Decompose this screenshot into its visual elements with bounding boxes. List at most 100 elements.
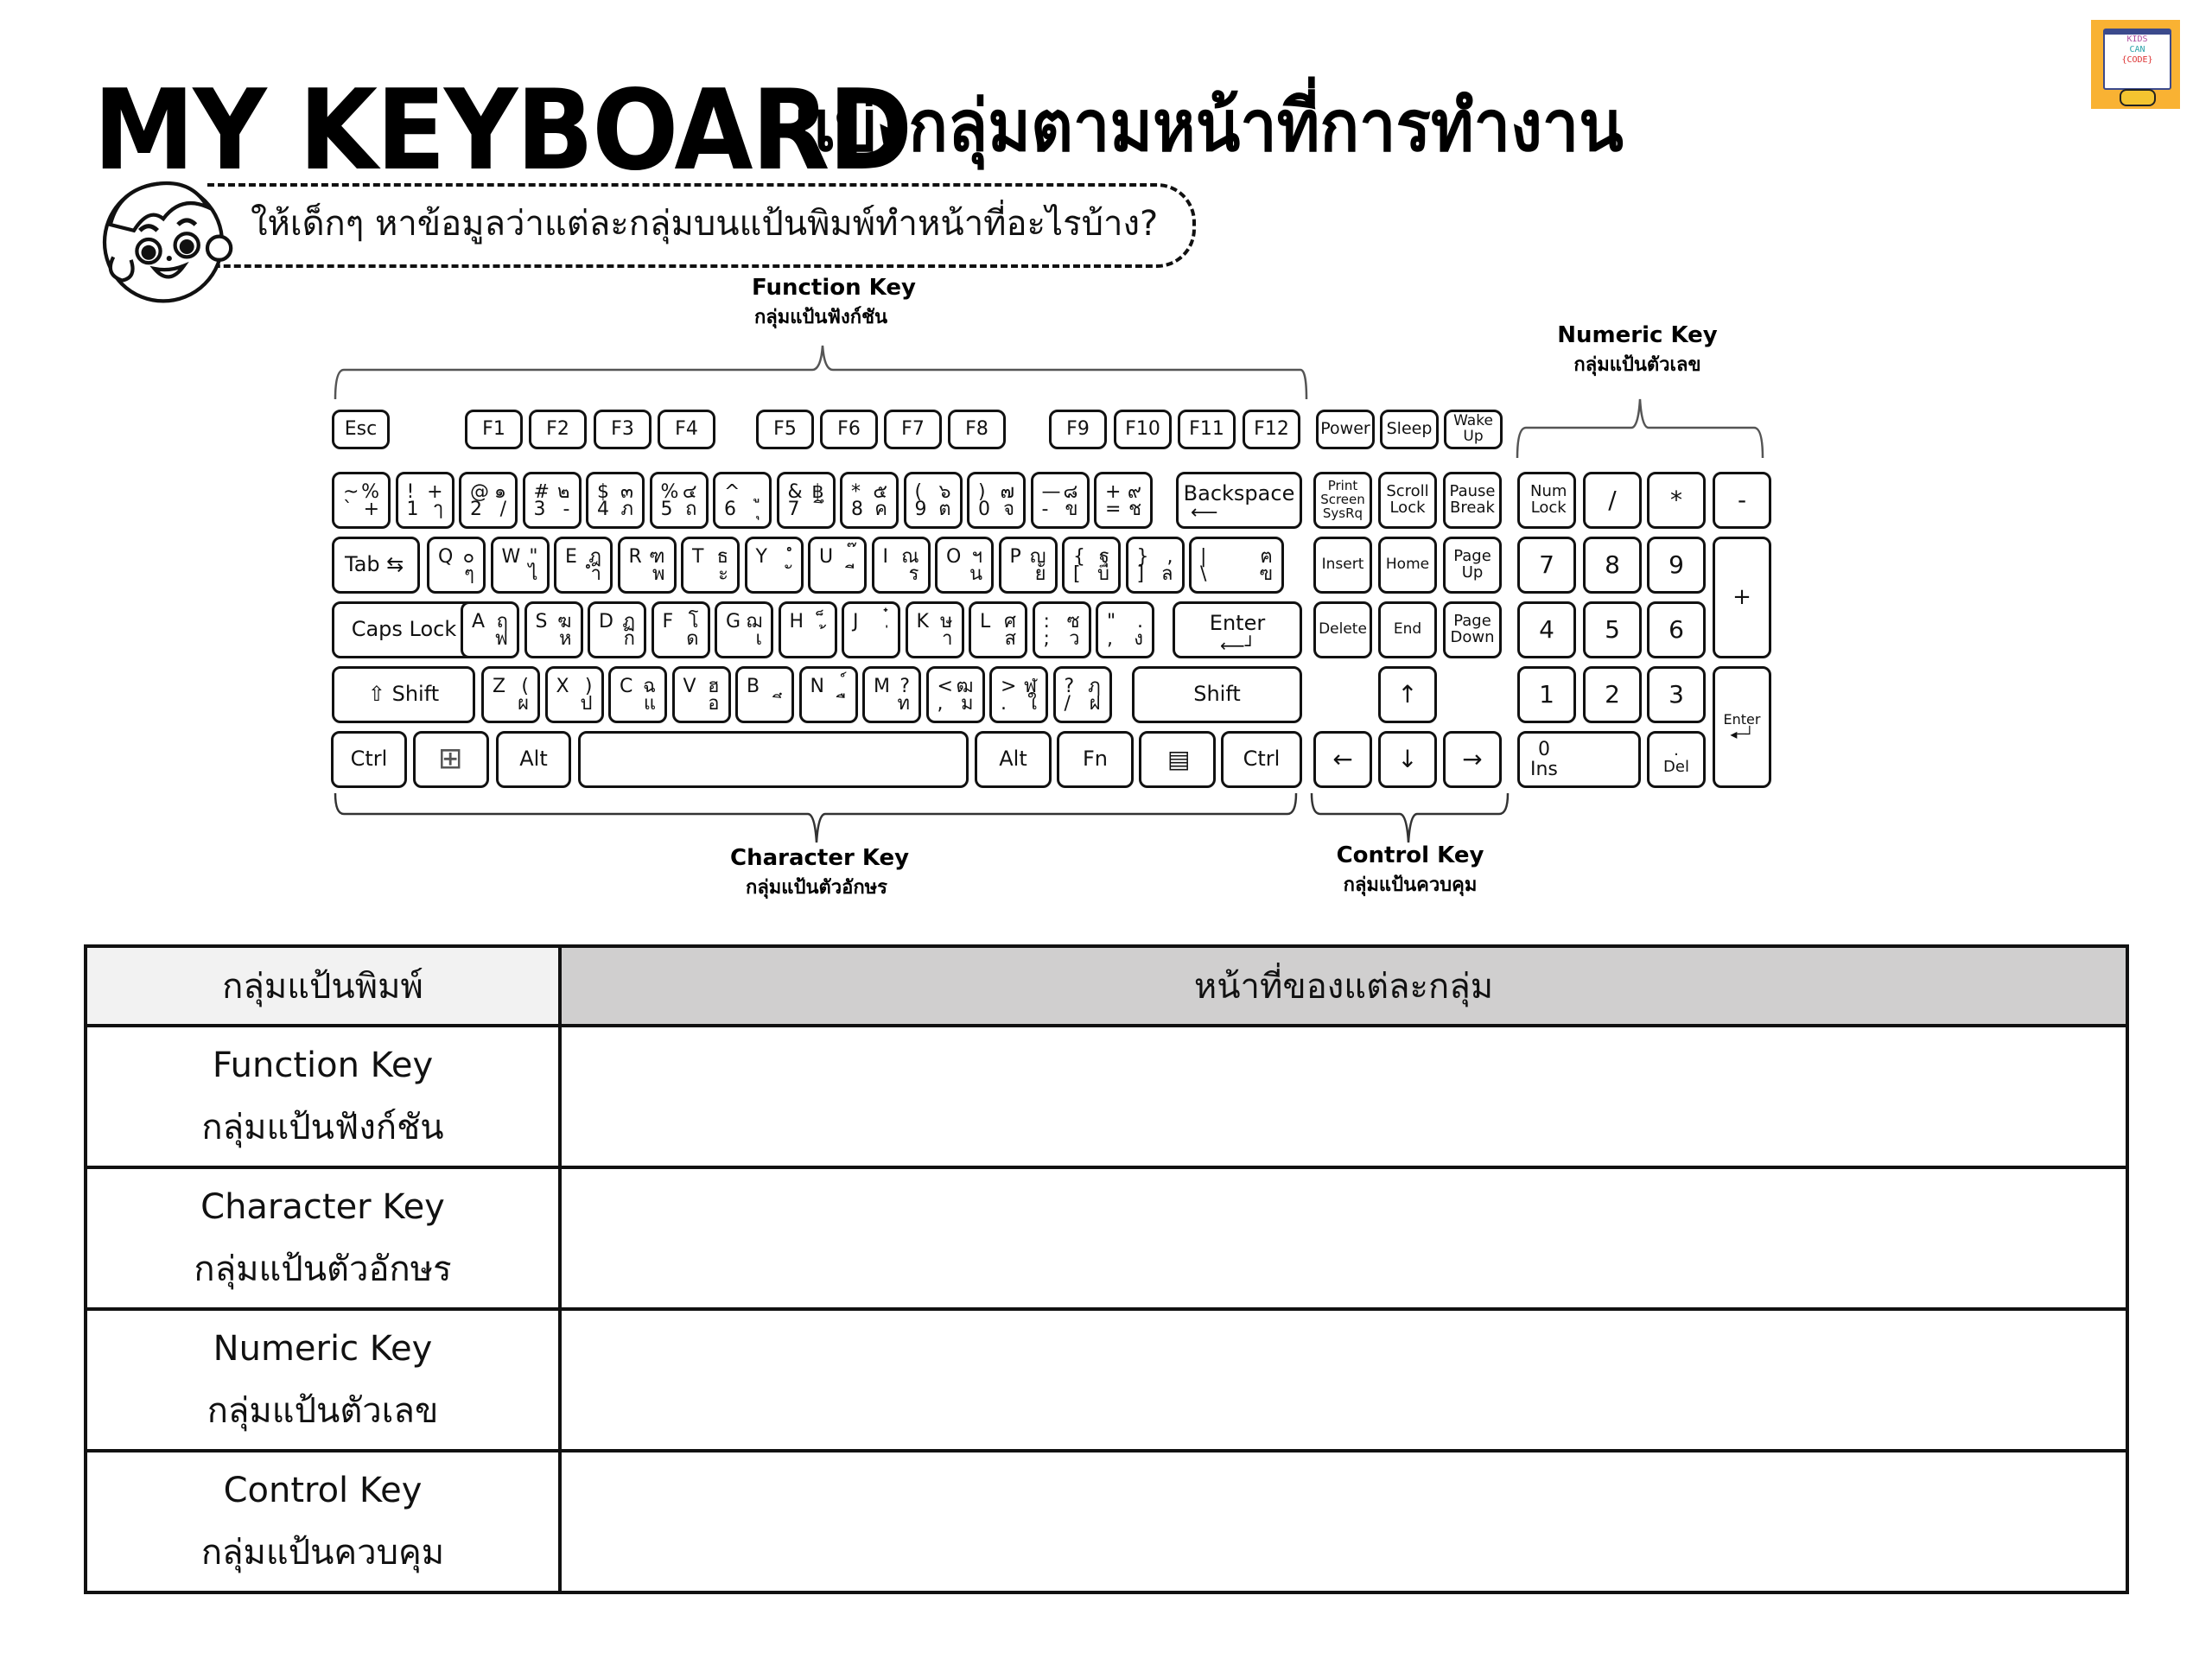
key-label: 1 <box>1539 680 1554 709</box>
key-label: F10 <box>1125 418 1160 441</box>
key-h: H็้ <box>778 601 837 658</box>
key-legend-tl: A <box>472 611 486 632</box>
key-label: Page Up <box>1453 547 1491 582</box>
key-label: Sleep <box>1386 419 1433 439</box>
key-legend-tl: J <box>853 611 859 632</box>
key-label: Alt <box>519 747 548 772</box>
key-s: Sฆห <box>524 601 583 658</box>
function-key-label-en: Function Key <box>752 275 916 301</box>
key-f6: F6 <box>820 410 878 449</box>
answer-cell[interactable] <box>558 1024 2129 1169</box>
key-f11: F11 <box>1178 410 1236 449</box>
key-legend-br: ด <box>686 628 699 650</box>
control-key-label: Control Key กลุ่มแป้นควบคุม <box>1324 840 1497 900</box>
key-legend-br: ภ <box>620 499 633 520</box>
key-legend-bl: 3 <box>533 499 546 520</box>
key-label: Pause Break <box>1449 482 1496 517</box>
key-d: Dฏก <box>588 601 646 658</box>
key-legend-br: ง <box>1134 628 1143 650</box>
key-symbol: < ฒ, ม <box>925 666 985 723</box>
key-label: 0 Ins <box>1530 738 1558 780</box>
key-legend-bl: 8 <box>851 499 863 520</box>
key-insert: Insert <box>1313 537 1372 594</box>
key-legend-br: ต <box>938 499 951 520</box>
key-legend-br: ใ <box>1027 693 1037 715</box>
key-numpad-5: 5 <box>1583 601 1642 658</box>
key-legend-tr: ฿ <box>811 481 824 503</box>
key-number-11: —๘- ข <box>1030 472 1090 529</box>
key-label: F6 <box>837 418 861 441</box>
key-legend-tl: Y <box>755 546 767 568</box>
key-p: Pญย <box>998 537 1058 594</box>
key-legend-br: ร <box>908 563 919 585</box>
key-tab: Tab ⇆ <box>332 537 420 594</box>
key-legend-br: เ <box>755 628 762 650</box>
group-name-th: กลุ่มแป้นตัวเลข <box>207 1391 439 1431</box>
group-name-en: Numeric Key <box>213 1329 433 1369</box>
control-key-label-en: Control Key <box>1336 842 1484 868</box>
answer-cell[interactable] <box>558 1449 2129 1594</box>
key-label: Home <box>1385 556 1430 574</box>
key-legend-br: ว <box>1069 628 1080 650</box>
group-name-en: Function Key <box>212 1046 434 1085</box>
key-delete: Delete <box>1313 601 1372 658</box>
key-legend-br: ท <box>897 693 910 715</box>
group-name-cell: Control Key กลุ่มแป้นควบคุม <box>84 1449 562 1594</box>
boy-mascot-icon <box>102 181 233 303</box>
key-legend-br: พ <box>652 563 665 585</box>
key-legend-br: - <box>563 499 570 520</box>
key-legend-tl: D <box>599 611 613 632</box>
group-name-th: กลุ่มแป้นควบคุม <box>200 1533 445 1573</box>
key-c: Cฉแ <box>608 666 667 723</box>
key-legend-tl: B <box>747 676 760 697</box>
key-legend-br: แ <box>643 693 656 715</box>
key-label: . Del <box>1663 741 1689 776</box>
title-thai: แบ่งกลุ่มตามหน้าที่การทำงาน <box>793 86 1624 168</box>
key-legend-tl: N <box>810 676 824 697</box>
key-symbol: | ฅ \ ฃ <box>1189 537 1284 594</box>
key-windows: ⊞ <box>413 731 489 788</box>
kids-can-code-logo: KIDS CAN {CODE} <box>2091 20 2180 109</box>
key-numpad-symbol: / <box>1583 472 1642 529</box>
key-j: J๋่ <box>842 601 900 658</box>
key-n: N์ื <box>798 666 858 723</box>
key-arrow-right: → <box>1443 731 1502 788</box>
key-legend-br: จ <box>1003 499 1014 520</box>
key-right-shift: Shift <box>1132 666 1302 723</box>
key-number-12: +๙ = ช <box>1094 472 1153 529</box>
key-backspace: Backspace ⟵ <box>1176 472 1302 529</box>
key-page-up: Page Up <box>1443 537 1502 594</box>
key-label: F2 <box>546 418 569 441</box>
key-label: Num Lock <box>1530 482 1567 517</box>
key-label: Enter ◂─┘ <box>1723 710 1761 742</box>
key-w: W " ไ <box>490 537 550 594</box>
key-symbol: },] ล <box>1125 537 1185 594</box>
key-legend-br: อ <box>708 693 720 715</box>
key-legend-bl: , <box>937 693 944 715</box>
key-legend-tl: W <box>501 546 521 568</box>
key-number-9: (๖ 9 ต <box>903 472 963 529</box>
answer-cell[interactable] <box>558 1166 2129 1311</box>
key-number-5: % ๔ 5 ถ <box>649 472 709 529</box>
key-b: Bฺิ <box>735 666 794 723</box>
key-v: Vฮอ <box>671 666 731 723</box>
key-legend-br: ข <box>1065 499 1078 520</box>
key-i: Iณร <box>871 537 931 594</box>
table-header-row: กลุ่มแป้นพิมพ์ หน้าที่ของแต่ละกลุ่ม <box>84 944 2129 1027</box>
table-row: Numeric Key กลุ่มแป้นตัวเลข <box>84 1307 2129 1452</box>
key-right-alt: Alt <box>975 731 1052 788</box>
logo-line-3: {CODE} <box>2121 55 2153 65</box>
logo-screen: KIDS CAN {CODE} <box>2103 29 2171 90</box>
key-label: F4 <box>675 418 698 441</box>
key-legend-bl: - <box>1041 499 1049 520</box>
character-key-label: Character Key กลุ่มแป้นตัวอักษร <box>730 842 909 903</box>
key-label: Insert <box>1321 556 1364 574</box>
key-label: Ctrl <box>1243 747 1281 772</box>
key-legend-bl: 9 <box>914 499 927 520</box>
key-label: Ctrl <box>350 747 388 772</box>
key-k: Kษา <box>905 601 964 658</box>
answer-cell[interactable] <box>558 1307 2129 1452</box>
numeric-key-label-th: กลุ่มแป้นตัวเลข <box>1573 354 1701 376</box>
key-x: X) ป <box>544 666 604 723</box>
key-legend-tl: Z <box>493 676 506 697</box>
